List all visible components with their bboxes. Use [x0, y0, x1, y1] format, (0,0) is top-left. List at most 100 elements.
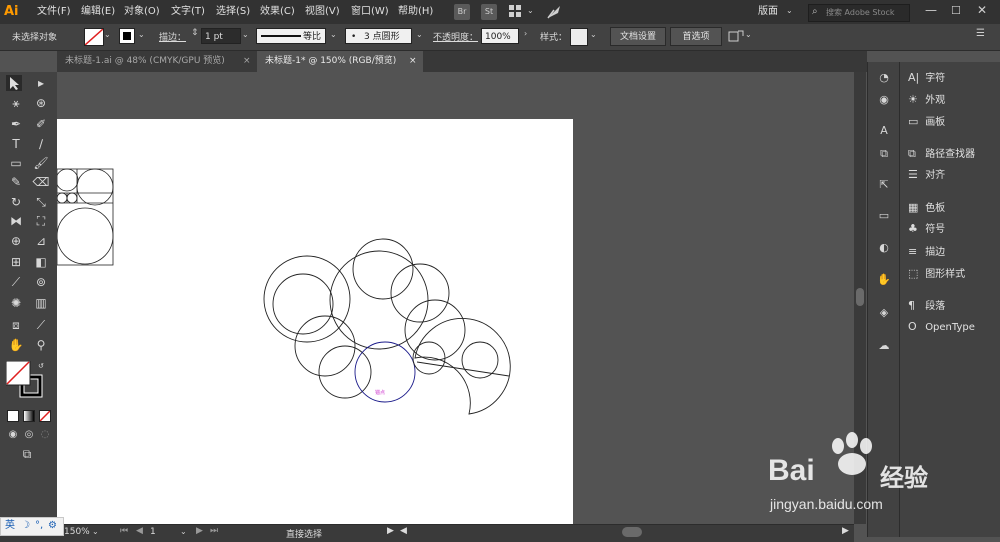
shaper-tool-icon[interactable]: ✎: [7, 173, 25, 191]
magic-wand-tool-icon[interactable]: ⚹: [7, 94, 25, 112]
artwork[interactable]: 锚点: [57, 72, 854, 524]
scroll-thumb[interactable]: [856, 288, 864, 306]
menu-type[interactable]: 文字(T): [171, 0, 205, 24]
rotate-tool-icon[interactable]: ↻: [7, 193, 25, 211]
panel-character[interactable]: A| 字符: [908, 69, 945, 87]
menu-view[interactable]: 视图(V): [305, 0, 340, 24]
width-tool-icon[interactable]: ⧓: [7, 212, 25, 230]
horizontal-scroll-thumb[interactable]: [622, 527, 642, 537]
direct-selection-tool-icon[interactable]: ▸: [32, 74, 50, 92]
artboard-tool-icon[interactable]: ⧈: [7, 316, 25, 334]
pen-tool-icon[interactable]: ✒: [7, 115, 25, 133]
menu-file[interactable]: 文件(F): [37, 0, 71, 24]
color-icon[interactable]: ◉: [876, 92, 892, 108]
canvas-area[interactable]: 锚点: [57, 72, 854, 524]
panel-appearance[interactable]: ☀ 外观: [908, 91, 945, 109]
workspace-switcher[interactable]: 版面: [758, 0, 778, 24]
scroll-left-icon[interactable]: ◀: [400, 526, 407, 536]
character-styles-icon[interactable]: A: [876, 123, 892, 139]
stroke-swatch[interactable]: [119, 28, 135, 44]
chevron-down-icon[interactable]: ⌄: [92, 527, 99, 536]
chevron-down-icon[interactable]: ⌄: [242, 30, 249, 39]
shape-builder-tool-icon[interactable]: ⊕: [7, 232, 25, 250]
panel-align[interactable]: ☰ 对齐: [908, 166, 945, 184]
panel-artboards[interactable]: ▭ 画板: [908, 113, 945, 131]
preferences-button[interactable]: 首选项: [670, 27, 722, 46]
scale-tool-icon[interactable]: ⤡: [32, 193, 50, 211]
mesh-tool-icon[interactable]: ⊞: [7, 253, 25, 271]
color-guide-icon[interactable]: ◔: [876, 70, 892, 86]
variable-width-profile[interactable]: 等比: [256, 28, 326, 44]
opacity-label[interactable]: 不透明度：: [433, 30, 478, 43]
export-icon[interactable]: ⇱: [876, 177, 892, 193]
none-mode-button[interactable]: [39, 410, 51, 422]
arrange-icon[interactable]: [728, 29, 744, 45]
chevron-down-icon[interactable]: ⌄: [330, 30, 337, 39]
last-artboard-icon[interactable]: ⏭: [210, 526, 218, 536]
panel-symbols[interactable]: ♣ 符号: [908, 220, 945, 238]
minimize-icon[interactable]: —: [925, 3, 937, 17]
menu-select[interactable]: 选择(S): [216, 0, 250, 24]
free-transform-tool-icon[interactable]: ⛶: [32, 212, 50, 230]
gradient-mode-button[interactable]: [23, 410, 35, 422]
panel-stroke[interactable]: ≡ 描边: [908, 243, 945, 261]
gradient-icon[interactable]: ▭: [876, 208, 892, 224]
paintbrush-tool-icon[interactable]: 🖌: [32, 154, 50, 172]
brush-definition[interactable]: • 3 点圆形: [345, 28, 412, 44]
stock-icon[interactable]: St: [481, 4, 497, 20]
ime-language[interactable]: 英: [5, 518, 15, 533]
column-graph-tool-icon[interactable]: ▥: [32, 294, 50, 312]
fill-swatch[interactable]: [84, 28, 104, 46]
type-tool-icon[interactable]: T: [7, 135, 25, 153]
arrange-documents-icon[interactable]: [509, 5, 521, 17]
hand-tool-icon[interactable]: ✋: [7, 336, 25, 354]
draw-inside-icon[interactable]: ◌: [36, 426, 54, 444]
zoom-level[interactable]: 150%: [64, 527, 90, 537]
chevron-right-icon[interactable]: ›: [524, 29, 527, 38]
moon-icon[interactable]: ☽: [21, 518, 30, 533]
document-setup-button[interactable]: 文档设置: [610, 27, 666, 46]
close-icon[interactable]: ✕: [977, 3, 987, 17]
rectangle-tool-icon[interactable]: ▭: [7, 154, 25, 172]
chevron-down-icon[interactable]: ⌄: [527, 6, 534, 15]
settings-icon[interactable]: ⚙: [48, 518, 57, 533]
bridge-icon[interactable]: Br: [454, 4, 470, 20]
stock-search-box[interactable]: ⌕ 搜索 Adobe Stock: [808, 4, 910, 22]
perspective-grid-tool-icon[interactable]: ⊿: [32, 232, 50, 250]
first-artboard-icon[interactable]: ⏮: [120, 526, 128, 536]
close-icon[interactable]: ×: [409, 51, 417, 72]
punctuation-icon[interactable]: °,: [35, 518, 43, 533]
opacity-field[interactable]: 100%: [481, 28, 519, 44]
ime-toolbar[interactable]: 英 ☽ °, ⚙: [0, 517, 64, 536]
eraser-tool-icon[interactable]: ⌫: [32, 173, 50, 191]
chevron-down-icon[interactable]: ⌄: [590, 30, 597, 39]
panel-opentype[interactable]: O OpenType: [908, 318, 975, 336]
next-artboard-icon[interactable]: ▶: [196, 526, 203, 536]
panel-pathfinder[interactable]: ⧉ 路径查找器: [908, 145, 975, 163]
gpu-performance-icon[interactable]: [546, 4, 562, 20]
chevron-down-icon[interactable]: ⌄: [786, 6, 793, 15]
paragraph-styles-icon[interactable]: ⧉: [876, 146, 892, 162]
color-palette-icon[interactable]: ☁: [876, 338, 892, 354]
graphic-style-swatch[interactable]: [570, 28, 588, 46]
panel-menu-icon[interactable]: ☰: [976, 28, 985, 39]
menu-effect[interactable]: 效果(C): [260, 0, 295, 24]
stepper-icon[interactable]: ⇕: [191, 28, 199, 38]
puppet-warp-icon[interactable]: ✋: [876, 272, 892, 288]
status-menu-icon[interactable]: ▶: [387, 526, 394, 536]
slice-tool-icon[interactable]: ⟋: [32, 316, 50, 334]
stroke-label[interactable]: 描边：: [159, 30, 186, 43]
menu-edit[interactable]: 编辑(E): [81, 0, 115, 24]
color-mode-button[interactable]: [7, 410, 19, 422]
tab-document-2[interactable]: 未标题-1* @ 150% (RGB/预览) ×: [257, 51, 423, 72]
close-icon[interactable]: ×: [243, 51, 251, 72]
eyedropper-tool-icon[interactable]: ⟋: [7, 273, 25, 291]
scroll-right-icon[interactable]: ▶: [842, 526, 849, 536]
menu-window[interactable]: 窗口(W): [351, 0, 389, 24]
gradient-tool-icon[interactable]: ◧: [32, 253, 50, 271]
panel-paragraph[interactable]: ¶ 段落: [908, 297, 945, 315]
line-tool-icon[interactable]: ∕: [32, 135, 50, 153]
maximize-icon[interactable]: ☐: [951, 4, 961, 17]
selection-tool-icon[interactable]: [6, 75, 22, 91]
chevron-down-icon[interactable]: ⌄: [138, 30, 145, 39]
